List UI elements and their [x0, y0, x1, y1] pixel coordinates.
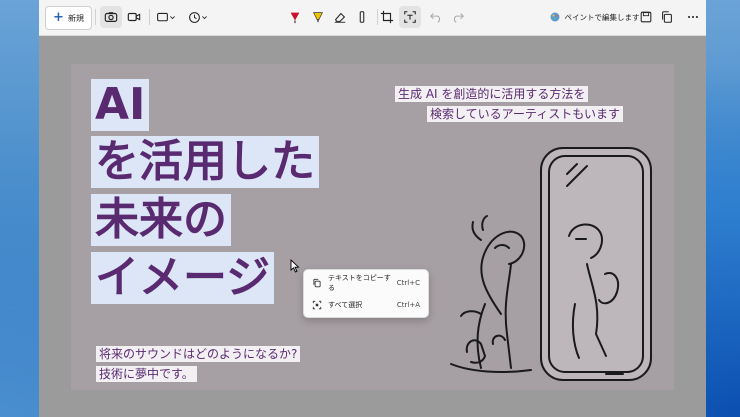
headline-line-2[interactable]: を活用した: [91, 136, 319, 188]
copy-icon: [313, 278, 321, 288]
plus-icon: +: [53, 9, 64, 25]
snipping-tool-window: + 新規 ペイントで編集します AI を活用した 未来の イメージ 生成 AI …: [39, 0, 706, 417]
text-scan-icon: [404, 11, 416, 23]
divider: [95, 9, 96, 25]
menu-item-shortcut: Ctrl+A: [396, 301, 420, 309]
text-actions-button[interactable]: [399, 6, 421, 28]
new-button-label: 新規: [67, 13, 84, 23]
ellipsis-icon: [688, 15, 698, 19]
top-caption-line-2[interactable]: 検索しているアーティストもいます: [427, 106, 623, 122]
headline-line-4[interactable]: イメージ: [91, 252, 275, 304]
camera-icon: [104, 12, 118, 22]
video-icon: [127, 12, 141, 22]
highlighter-button[interactable]: [307, 6, 329, 28]
menu-item-copy-text[interactable]: テキストをコピーする Ctrl+C: [304, 272, 428, 294]
paint-app-icon: [550, 12, 559, 22]
more-options-button[interactable]: [682, 6, 704, 28]
eraser-icon: [334, 12, 346, 23]
bottom-caption-line-2[interactable]: 技術に夢中です。: [96, 366, 197, 382]
edit-in-paint-button[interactable]: ペイントで編集します: [547, 6, 641, 28]
context-menu: テキストをコピーする Ctrl+C すべて選択 Ctrl+A: [303, 269, 429, 318]
divider: [149, 9, 150, 25]
headline-line-1[interactable]: AI: [91, 79, 150, 131]
pen-tool-button[interactable]: [284, 6, 306, 28]
copy-button[interactable]: [656, 6, 678, 28]
new-button[interactable]: + 新規: [45, 6, 92, 30]
undo-icon: [430, 13, 441, 23]
snip-shape-dropdown[interactable]: [154, 6, 178, 28]
save-icon: [640, 11, 652, 23]
menu-item-select-all[interactable]: すべて選択 Ctrl+A: [304, 294, 428, 316]
select-all-icon: [312, 300, 322, 310]
edit-in-paint-label: ペイントで編集します: [564, 12, 640, 22]
chevron-down-icon: [170, 15, 175, 19]
person-and-phone-illustration: [450, 147, 652, 381]
crop-button[interactable]: [376, 6, 398, 28]
clock-icon: [189, 11, 200, 23]
redo-icon: [453, 13, 464, 23]
chevron-down-icon: [202, 15, 207, 19]
ballpoint-pen-icon: [290, 12, 300, 24]
ruler-button[interactable]: [351, 6, 373, 28]
video-mode-button[interactable]: [123, 6, 145, 28]
redo-button[interactable]: [447, 6, 469, 28]
delay-dropdown[interactable]: [186, 6, 210, 28]
copy-icon: [662, 11, 672, 23]
eraser-button[interactable]: [329, 6, 351, 28]
highlighter-icon: [313, 12, 323, 23]
camera-mode-button[interactable]: [100, 6, 122, 28]
save-button[interactable]: [635, 6, 657, 28]
headline-line-3[interactable]: 未来の: [91, 194, 231, 246]
menu-item-label: すべて選択: [328, 301, 363, 309]
screenshot-canvas[interactable]: AI を活用した 未来の イメージ 生成 AI を創造的に活用する方法を 検索し…: [71, 64, 674, 390]
rectangle-snip-icon: [157, 12, 168, 21]
menu-item-label: テキストをコピーする: [328, 274, 391, 292]
toolbar: + 新規 ペイントで編集します: [39, 0, 706, 36]
ruler-icon: [359, 11, 365, 23]
undo-button[interactable]: [425, 6, 447, 28]
bottom-caption-line-1[interactable]: 将来のサウンドはどのようになるか?: [96, 346, 301, 362]
mouse-cursor-icon: [290, 259, 300, 273]
menu-item-shortcut: Ctrl+C: [396, 279, 420, 287]
top-caption-line-1[interactable]: 生成 AI を創造的に活用する方法を: [395, 86, 589, 102]
crop-icon: [380, 10, 394, 24]
